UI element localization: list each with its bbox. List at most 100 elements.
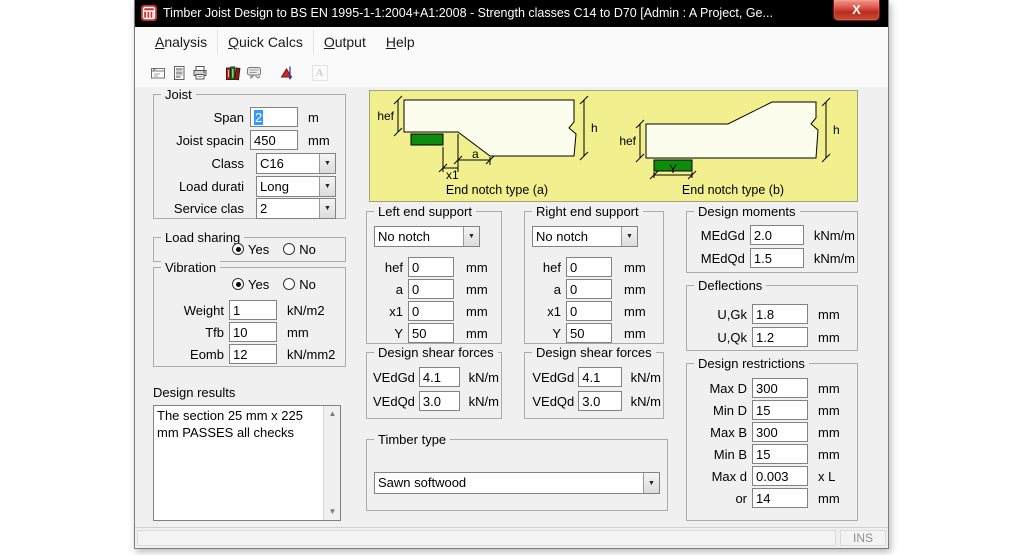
group-timber-type: Timber type Sawn softwood ▼ xyxy=(366,432,668,511)
load-duration-label: Load durati xyxy=(178,178,244,194)
right-y-input[interactable]: 50 xyxy=(566,323,612,343)
close-button[interactable]: X xyxy=(833,0,880,21)
y-unit: mm xyxy=(624,325,646,341)
min-d-input[interactable]: 15 xyxy=(752,400,808,420)
scrollbar[interactable]: ▲ ▼ xyxy=(323,406,340,520)
design-results-label: Design results xyxy=(153,385,236,400)
max-d-unit: mm xyxy=(818,380,840,396)
group-title: Left end support xyxy=(374,204,476,219)
vedqd-label: VEdQd xyxy=(532,393,575,409)
vedgd-unit: kN/m xyxy=(468,369,499,385)
feedback-icon[interactable] xyxy=(243,62,264,83)
x1-unit: mm xyxy=(466,303,488,319)
medqd-input[interactable]: 1.5 xyxy=(749,248,804,268)
group-title: Timber type xyxy=(374,432,451,447)
hef-unit: mm xyxy=(624,259,646,275)
medgd-label: MEdGd xyxy=(700,227,745,243)
chevron-down-icon[interactable]: ▼ xyxy=(621,227,637,246)
class-select[interactable]: C16 ▼ xyxy=(256,152,336,174)
vibration-yes-radio[interactable] xyxy=(232,278,244,290)
max-b-input[interactable]: 300 xyxy=(752,422,808,442)
titlebar[interactable]: Timber Joist Design to BS EN 1995-1-1:20… xyxy=(135,0,888,27)
group-title: Vibration xyxy=(161,260,221,275)
max-d-input[interactable]: 300 xyxy=(752,378,808,398)
svg-text:h: h xyxy=(833,123,840,137)
hef-label: hef xyxy=(384,259,403,275)
left-vedgd-input[interactable]: 4.1 xyxy=(418,367,460,387)
chevron-down-icon[interactable]: ▼ xyxy=(319,153,335,173)
or-input[interactable]: 14 xyxy=(752,488,808,508)
ugk-label: U,Gk xyxy=(717,306,747,322)
right-vedgd-input[interactable]: 4.1 xyxy=(578,367,622,387)
form-icon[interactable] xyxy=(147,62,168,83)
menu-analysis[interactable]: Analysis xyxy=(145,27,217,58)
caption-end-notch-b: End notch type (b) xyxy=(681,183,785,197)
menu-help[interactable]: Help xyxy=(376,27,425,58)
scroll-down-icon[interactable]: ▼ xyxy=(324,504,341,520)
chevron-down-icon[interactable]: ▼ xyxy=(643,473,659,493)
right-a-input[interactable]: 0 xyxy=(566,279,612,299)
tfb-label: Tfb xyxy=(205,324,224,340)
service-class-select[interactable]: 2 ▼ xyxy=(256,197,336,219)
left-a-input[interactable]: 0 xyxy=(408,279,454,299)
max-d-defl-unit: x L xyxy=(818,468,836,484)
max-d-defl-input[interactable]: 0.003 xyxy=(752,466,808,486)
group-joist: Joist Span 2 m Joist spacin 450 mm Class… xyxy=(153,87,346,219)
uqk-label: U,Qk xyxy=(717,329,747,345)
status-panel xyxy=(137,530,836,546)
eomb-label: Eomb xyxy=(190,346,224,362)
medgd-input[interactable]: 2.0 xyxy=(749,225,804,245)
menu-quick-calcs[interactable]: Quick Calcs xyxy=(218,27,313,58)
load-duration-select[interactable]: Long ▼ xyxy=(256,175,336,197)
right-x1-input[interactable]: 0 xyxy=(566,301,612,321)
tfb-input[interactable]: 10 xyxy=(229,322,277,342)
or-unit: mm xyxy=(818,490,840,506)
max-b-unit: mm xyxy=(818,424,840,440)
chevron-down-icon[interactable]: ▼ xyxy=(463,227,479,246)
max-d-defl-label: Max d xyxy=(711,468,747,484)
end-notch-type-a-diagram: hef h a x1 xyxy=(378,95,598,180)
report-icon[interactable] xyxy=(168,62,189,83)
print-icon[interactable] xyxy=(189,62,210,83)
scroll-up-icon[interactable]: ▲ xyxy=(324,406,341,422)
no-label: No xyxy=(299,241,316,257)
svg-text:Y: Y xyxy=(669,162,677,176)
vibration-no-radio[interactable] xyxy=(283,278,296,290)
weight-input[interactable]: 1 xyxy=(229,300,277,320)
library-icon[interactable] xyxy=(222,62,243,83)
right-hef-input[interactable]: 0 xyxy=(566,257,612,277)
left-vedqd-input[interactable]: 3.0 xyxy=(418,391,460,411)
chevron-down-icon[interactable]: ▼ xyxy=(319,198,335,218)
menu-output[interactable]: Output xyxy=(314,27,376,58)
medqd-label: MEdQd xyxy=(700,250,745,266)
timber-type-select[interactable]: Sawn softwood ▼ xyxy=(374,472,660,494)
plot-icon[interactable] xyxy=(276,62,297,83)
min-b-input[interactable]: 15 xyxy=(752,444,808,464)
design-results-box[interactable]: The section 25 mm x 225 mm PASSES all ch… xyxy=(153,405,341,521)
chevron-down-icon[interactable]: ▼ xyxy=(319,176,335,196)
font-icon[interactable]: A xyxy=(309,62,330,83)
eomb-input[interactable]: 12 xyxy=(229,344,277,364)
right-vedqd-input[interactable]: 3.0 xyxy=(578,391,622,411)
left-y-input[interactable]: 50 xyxy=(408,323,454,343)
ugk-input[interactable]: 1.8 xyxy=(752,304,808,324)
left-x1-input[interactable]: 0 xyxy=(408,301,454,321)
load-sharing-no-radio[interactable] xyxy=(283,243,296,255)
client-area: Joist Span 2 m Joist spacin 450 mm Class… xyxy=(135,87,888,527)
app-icon xyxy=(141,5,157,21)
left-notch-select[interactable]: No notch ▼ xyxy=(374,226,480,247)
medqd-unit: kNm/m xyxy=(813,250,855,266)
span-input[interactable]: 2 xyxy=(250,107,298,127)
group-vibration: Vibration Yes No Weight 1 kN/m2 Tfb 10 m… xyxy=(153,260,346,367)
right-notch-select[interactable]: No notch ▼ xyxy=(532,226,638,247)
no-label: No xyxy=(299,276,316,292)
uqk-input[interactable]: 1.2 xyxy=(752,327,808,347)
caption-end-notch-a: End notch type (a) xyxy=(445,183,549,197)
min-d-unit: mm xyxy=(818,402,840,418)
a-unit: mm xyxy=(466,281,488,297)
left-hef-input[interactable]: 0 xyxy=(408,257,454,277)
hef-label: hef xyxy=(542,259,561,275)
joist-spacing-input[interactable]: 450 xyxy=(250,130,298,150)
load-sharing-yes-radio[interactable] xyxy=(232,243,244,255)
y-label: Y xyxy=(394,325,403,341)
